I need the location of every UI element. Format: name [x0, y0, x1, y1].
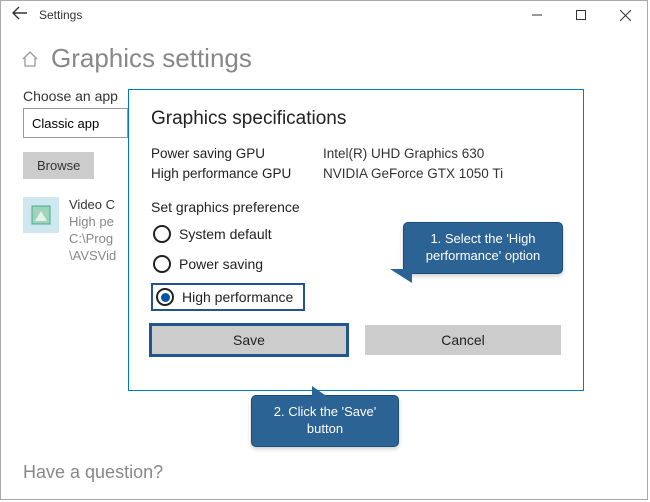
home-icon[interactable]: [21, 50, 39, 68]
radio-label: System default: [179, 226, 272, 242]
app-line4: \AVSVid: [69, 248, 116, 265]
app-icon: [23, 197, 59, 233]
footer-question: Have a question?: [23, 462, 163, 483]
callout-tail-icon: [312, 386, 332, 400]
app-name: Video C: [69, 197, 116, 214]
window-controls: [515, 1, 647, 29]
back-button[interactable]: [1, 6, 39, 25]
maximize-button[interactable]: [559, 1, 603, 29]
cancel-button[interactable]: Cancel: [365, 325, 561, 355]
app-details: Video C High pe C:\Prog \AVSVid: [69, 197, 116, 265]
annotation-text: 1. Select the 'High performance' option: [426, 231, 541, 263]
radio-icon: [156, 288, 174, 306]
dialog-buttons: Save Cancel: [151, 325, 561, 355]
gpu-row-high-performance: High performance GPU NVIDIA GeForce GTX …: [151, 164, 561, 184]
annotation-step-2: 2. Click the 'Save' button: [251, 395, 399, 447]
radio-system-default[interactable]: System default: [151, 223, 278, 245]
save-button[interactable]: Save: [151, 325, 347, 355]
window-title: Settings: [39, 8, 82, 22]
app-line2: High pe: [69, 214, 116, 231]
callout-tail-icon: [390, 269, 412, 283]
gpu-value: Intel(R) UHD Graphics 630: [323, 144, 484, 164]
gpu-value: NVIDIA GeForce GTX 1050 Ti: [323, 164, 503, 184]
radio-power-saving[interactable]: Power saving: [151, 253, 269, 275]
app-type-dropdown[interactable]: Classic app: [23, 108, 128, 138]
settings-window: Settings Graphics settings Choose an app…: [0, 0, 648, 500]
annotation-text: 2. Click the 'Save' button: [274, 404, 377, 436]
preference-label: Set graphics preference: [151, 199, 561, 215]
gpu-row-power-saving: Power saving GPU Intel(R) UHD Graphics 6…: [151, 144, 561, 164]
app-line3: C:\Prog: [69, 231, 116, 248]
annotation-step-1: 1. Select the 'High performance' option: [403, 222, 563, 274]
minimize-button[interactable]: [515, 1, 559, 29]
radio-label: Power saving: [179, 256, 263, 272]
radio-high-performance[interactable]: High performance: [151, 283, 305, 311]
page-title: Graphics settings: [51, 43, 252, 74]
gpu-label: Power saving GPU: [151, 144, 323, 164]
browse-button[interactable]: Browse: [23, 152, 94, 179]
page-heading: Graphics settings: [1, 29, 647, 88]
dropdown-value: Classic app: [32, 116, 99, 131]
radio-icon: [153, 225, 171, 243]
titlebar: Settings: [1, 1, 647, 29]
gpu-label: High performance GPU: [151, 164, 323, 184]
close-button[interactable]: [603, 1, 647, 29]
radio-icon: [153, 255, 171, 273]
radio-label: High performance: [182, 289, 293, 305]
dialog-title: Graphics specifications: [151, 108, 561, 130]
